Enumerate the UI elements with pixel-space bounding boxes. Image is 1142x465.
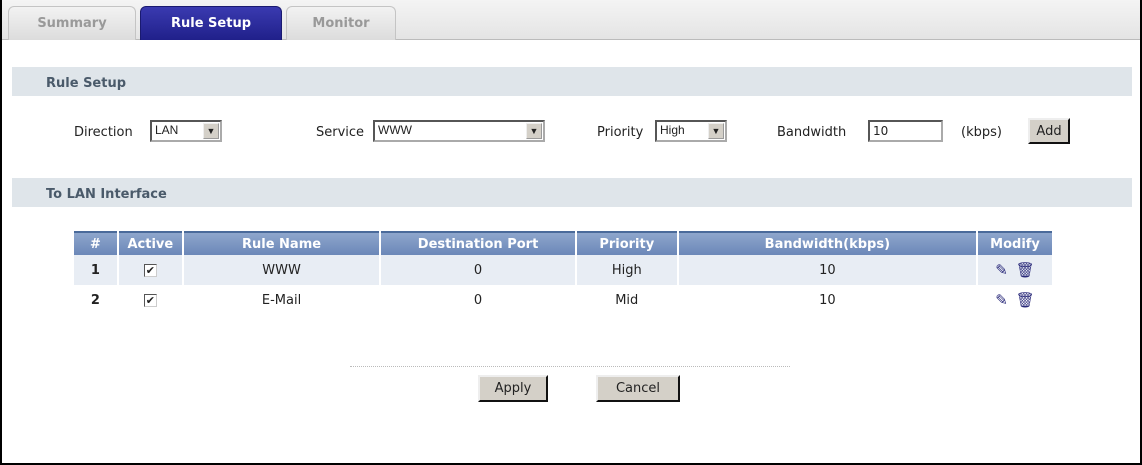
- service-value: WWW: [378, 123, 412, 137]
- priority: High: [576, 255, 677, 285]
- chevron-down-icon: ▼: [526, 123, 542, 139]
- cancel-button[interactable]: Cancel: [596, 375, 680, 402]
- kbps-label: (kbps): [961, 125, 1002, 140]
- table-row: 2 ✔ E-Mail 0 Mid 10 ✎ 🗑: [74, 285, 1052, 315]
- row-num: 2: [90, 292, 100, 308]
- col-priority: Priority: [576, 231, 677, 255]
- bandwidth: 10: [678, 255, 977, 285]
- apply-button[interactable]: Apply: [478, 375, 548, 402]
- rule-name: WWW: [183, 255, 380, 285]
- row-num: 1: [74, 255, 117, 285]
- destination-port: 0: [473, 292, 483, 308]
- chevron-down-icon: ▼: [708, 123, 724, 139]
- section-rule-setup: Rule Setup: [12, 67, 1132, 96]
- bandwidth: 10: [819, 292, 836, 308]
- direction-select[interactable]: LAN ▼: [150, 120, 222, 142]
- priority-select[interactable]: High ▼: [655, 120, 727, 142]
- section-to-lan: To LAN Interface: [12, 178, 1132, 207]
- add-button[interactable]: Add: [1028, 118, 1070, 144]
- bandwidth-input[interactable]: 10: [868, 120, 943, 142]
- col-active: Active: [118, 231, 182, 255]
- trash-icon[interactable]: 🗑: [1016, 291, 1035, 309]
- edit-icon[interactable]: ✎: [995, 261, 1008, 279]
- trash-icon[interactable]: 🗑: [1016, 261, 1035, 279]
- col-bandwidth: Bandwidth(kbps): [678, 231, 977, 255]
- col-rule-name: Rule Name: [183, 231, 380, 255]
- priority-value: High: [660, 123, 685, 137]
- service-label: Service: [316, 125, 365, 140]
- bandwidth-label: Bandwidth: [777, 125, 847, 140]
- divider: [350, 366, 790, 367]
- direction-value: LAN: [155, 123, 179, 137]
- direction-label: Direction: [74, 125, 133, 140]
- col-num: #: [74, 231, 117, 255]
- destination-port: 0: [381, 255, 575, 285]
- table-row: 1 ✔ WWW 0 High 10 ✎ 🗑: [74, 255, 1052, 285]
- chevron-down-icon: ▼: [203, 123, 219, 139]
- priority: Mid: [615, 292, 639, 308]
- priority-label: Priority: [597, 125, 644, 140]
- col-modify: Modify: [978, 231, 1052, 255]
- active-checkbox[interactable]: ✔: [143, 293, 157, 307]
- table-header: # Active Rule Name Destination Port Prio…: [74, 231, 1052, 255]
- active-checkbox[interactable]: ✔: [143, 263, 157, 277]
- service-select[interactable]: WWW ▼: [373, 120, 545, 142]
- col-destination-port: Destination Port: [381, 231, 575, 255]
- rule-name: E-Mail: [261, 292, 302, 308]
- edit-icon[interactable]: ✎: [995, 291, 1008, 309]
- rules-table: # Active Rule Name Destination Port Prio…: [72, 231, 1054, 315]
